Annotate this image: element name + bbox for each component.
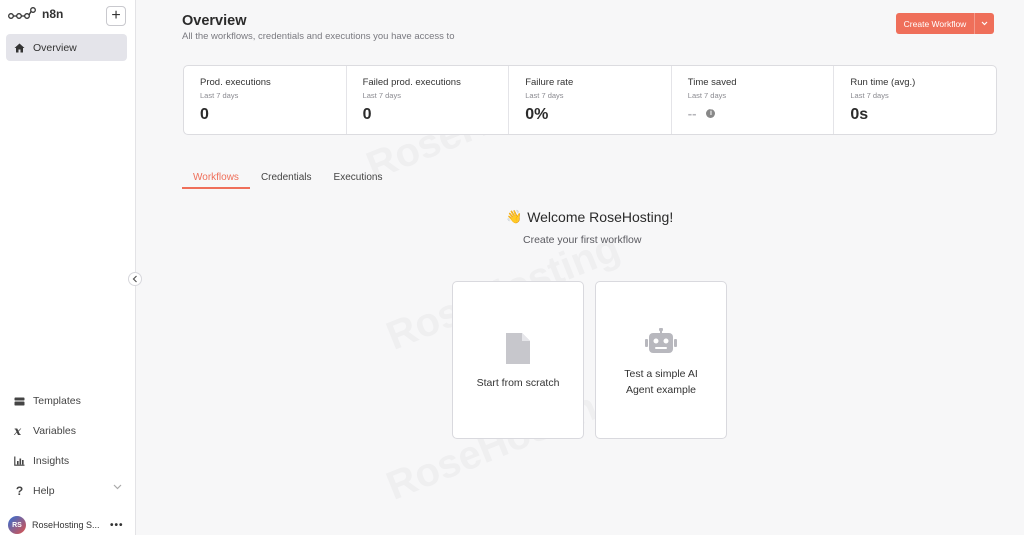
sidebar-item-overview[interactable]: Overview bbox=[6, 34, 127, 61]
sidebar-bottom-nav: Templates x Variables Insights ? Help bbox=[8, 386, 126, 506]
sidebar-item-label: Insights bbox=[33, 455, 70, 467]
sidebar-item-label: Help bbox=[33, 485, 55, 497]
sidebar-item-variables[interactable]: x Variables bbox=[8, 416, 126, 446]
stat-period: Last 7 days bbox=[687, 91, 727, 100]
info-icon[interactable]: i bbox=[706, 109, 716, 118]
stat-failure-rate[interactable]: Failure rate Last 7 days 0% bbox=[509, 66, 672, 134]
chevron-down-icon[interactable] bbox=[113, 484, 122, 490]
stat-failed-prod-executions[interactable]: Failed prod. executions Last 7 days 0 bbox=[347, 66, 510, 134]
sidebar-item-insights[interactable]: Insights bbox=[8, 446, 126, 476]
add-button[interactable]: + bbox=[106, 6, 126, 26]
welcome-subtitle: Create your first workflow bbox=[523, 234, 642, 246]
sidebar-item-label: Templates bbox=[33, 395, 81, 407]
stat-prod-executions[interactable]: Prod. executions Last 7 days 0 bbox=[184, 66, 347, 134]
create-workflow-dropdown[interactable] bbox=[974, 13, 994, 34]
app-logo[interactable]: n8n bbox=[8, 7, 63, 21]
chevron-left-icon bbox=[132, 275, 137, 283]
help-icon: ? bbox=[15, 484, 24, 498]
stat-value: 0 bbox=[362, 106, 372, 123]
start-from-scratch-card[interactable]: Start from scratch bbox=[452, 281, 584, 439]
create-workflow-button[interactable]: Create Workflow bbox=[896, 13, 974, 34]
stat-time-saved[interactable]: Time saved Last 7 days -- i bbox=[672, 66, 835, 134]
sidebar: n8n + Overview Templates x Variables Ins… bbox=[0, 0, 136, 535]
tab-bar: Workflows Credentials Executions bbox=[182, 167, 393, 189]
stat-label: Time saved bbox=[687, 77, 737, 88]
n8n-logo-icon bbox=[8, 7, 36, 19]
sidebar-item-help[interactable]: ? Help bbox=[8, 476, 126, 506]
sidebar-item-label: Overview bbox=[33, 41, 77, 54]
sidebar-item-templates[interactable]: Templates bbox=[8, 386, 126, 416]
collapse-sidebar-button[interactable] bbox=[128, 272, 142, 286]
stat-period: Last 7 days bbox=[850, 91, 889, 100]
chevron-down-icon bbox=[981, 21, 988, 26]
stat-label: Prod. executions bbox=[200, 77, 271, 88]
robot-icon bbox=[645, 328, 677, 353]
user-profile[interactable]: RS RoseHosting S... ••• bbox=[8, 514, 130, 535]
tab-workflows[interactable]: Workflows bbox=[182, 167, 250, 189]
insights-icon bbox=[14, 456, 25, 466]
stat-label: Failed prod. executions bbox=[362, 77, 461, 88]
card-label: Start from scratch bbox=[476, 377, 560, 389]
welcome-text: Welcome RoseHosting! bbox=[527, 209, 674, 225]
variables-icon: x bbox=[14, 424, 22, 438]
avatar: RS bbox=[8, 516, 26, 534]
home-icon bbox=[14, 43, 25, 52]
page-subtitle: All the workflows, credentials and execu… bbox=[182, 31, 455, 42]
more-options-icon[interactable]: ••• bbox=[110, 520, 124, 531]
stat-run-time[interactable]: Run time (avg.) Last 7 days 0s bbox=[834, 66, 996, 134]
stat-value-row: -- i bbox=[688, 106, 834, 121]
stat-value: 0% bbox=[525, 106, 549, 123]
user-name: RoseHosting S... bbox=[32, 520, 100, 530]
create-workflow-group: Create Workflow bbox=[896, 13, 994, 34]
card-label: Test a simple AI Agent example bbox=[624, 368, 698, 396]
waving-hand-icon: 👋 bbox=[506, 209, 523, 224]
welcome-title: 👋 Welcome RoseHosting! bbox=[506, 209, 673, 225]
file-icon bbox=[506, 333, 530, 364]
sidebar-item-label: Variables bbox=[33, 425, 76, 437]
stat-label: Failure rate bbox=[525, 77, 574, 88]
stat-period: Last 7 days bbox=[362, 91, 401, 100]
stats-panel: Prod. executions Last 7 days 0 Failed pr… bbox=[183, 65, 997, 135]
tab-executions[interactable]: Executions bbox=[323, 167, 394, 189]
stat-value: -- bbox=[687, 106, 697, 121]
tab-credentials[interactable]: Credentials bbox=[250, 167, 323, 189]
ai-agent-example-card[interactable]: Test a simple AI Agent example bbox=[595, 281, 727, 439]
stat-value: 0 bbox=[200, 106, 209, 123]
stat-period: Last 7 days bbox=[525, 91, 564, 100]
stat-value: 0s bbox=[850, 106, 869, 123]
templates-icon bbox=[14, 397, 25, 405]
page-title: Overview bbox=[182, 13, 247, 29]
stat-label: Run time (avg.) bbox=[850, 77, 916, 88]
app-name: n8n bbox=[42, 7, 64, 21]
stat-period: Last 7 days bbox=[200, 91, 239, 100]
